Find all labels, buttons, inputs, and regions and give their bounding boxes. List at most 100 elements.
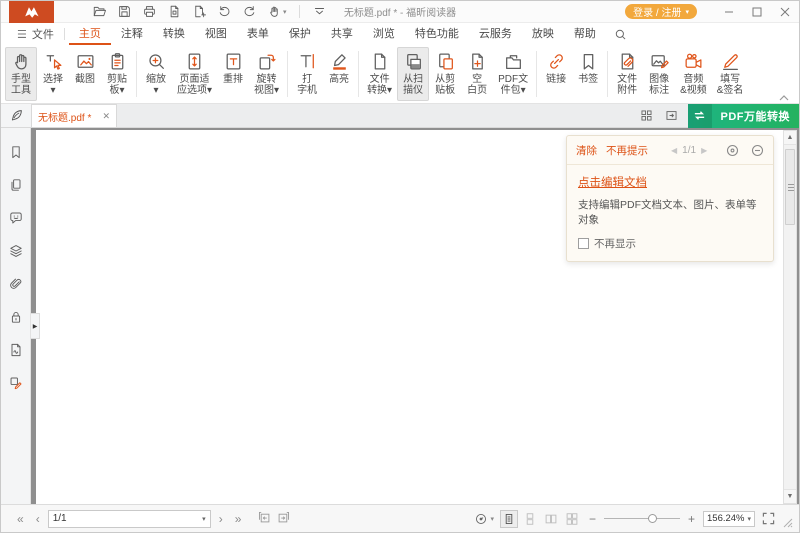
ribbon-from-clipboard-button[interactable]: 从剪贴板 (429, 47, 461, 101)
open-file-button[interactable] (92, 4, 107, 19)
ribbon-page-fit-button[interactable]: 页面适应选项▾ (172, 47, 217, 101)
scroll-down-icon[interactable]: ▼ (784, 489, 796, 503)
pdf-convert-button[interactable]: PDF万能转换 (688, 104, 800, 128)
save-button[interactable] (117, 4, 132, 19)
edit-document-link[interactable]: 点击编辑文档 (578, 174, 647, 190)
ribbon-zoom-button[interactable]: 缩放▾ (140, 47, 172, 101)
attachments-panel-button[interactable] (8, 276, 24, 292)
menu-tab-protect[interactable]: 保护 (279, 23, 321, 45)
minimize-button[interactable] (715, 1, 743, 23)
email-page-button[interactable] (167, 4, 182, 19)
ribbon-snapshot-button[interactable]: 截图 (69, 47, 101, 101)
scrollbar-thumb[interactable] (785, 149, 795, 225)
pages-panel-button[interactable] (8, 177, 24, 193)
sidebar-expand-button[interactable]: ▶ (31, 313, 40, 339)
dont-show-again-option[interactable]: 不再显示 (578, 236, 762, 251)
collapse-ribbon-button[interactable] (777, 89, 791, 99)
main-area: ▶ 清除 不再提示 ◀ 1/1 ▶ (1, 128, 799, 504)
page-export-icon (167, 4, 182, 19)
menu-tab-convert[interactable]: 转换 (153, 23, 195, 45)
ribbon-link-button[interactable]: 链接 (540, 47, 572, 101)
document-tab[interactable]: 无标题.pdf * ✕ (31, 104, 117, 127)
tab-close-button[interactable]: ✕ (102, 111, 110, 122)
first-page-button[interactable]: « (13, 513, 28, 525)
menu-tab-share[interactable]: 共享 (321, 23, 363, 45)
ribbon-file-convert-button[interactable]: 文件转换▾ (362, 47, 397, 101)
pager-next-icon[interactable]: ▶ (701, 146, 707, 155)
ribbon-fill-sign-button[interactable]: 填写&签名 (712, 47, 749, 101)
last-page-button[interactable]: » (231, 513, 246, 525)
ribbon-blank-page-button[interactable]: 空白页 (461, 47, 493, 101)
page-number-combo[interactable]: 1/1 ▾ (48, 510, 211, 528)
tab-grid-button[interactable] (634, 104, 659, 127)
menu-tab-browse[interactable]: 浏览 (363, 23, 405, 45)
print-button[interactable] (142, 4, 157, 19)
menu-tab-help[interactable]: 帮助 (564, 23, 606, 45)
menu-tab-view[interactable]: 视图 (195, 23, 237, 45)
layers-panel-button[interactable] (8, 243, 24, 259)
zoom-slider-thumb[interactable] (648, 514, 657, 523)
zoom-slider[interactable] (604, 512, 680, 526)
search-button[interactable] (606, 23, 635, 45)
menu-tab-home[interactable]: 主页 (69, 23, 111, 45)
menu-tab-cloud[interactable]: 云服务 (469, 23, 522, 45)
file-menu-button[interactable]: ☰ 文件 (11, 23, 60, 45)
ribbon-bookmark-button[interactable]: 书签 (572, 47, 604, 101)
bookmarks-panel-button[interactable] (8, 144, 24, 160)
ribbon-image-annotation-button[interactable]: 图像标注 (643, 47, 675, 101)
ribbon-file-attachment-button[interactable]: 文件附件 (611, 47, 643, 101)
notification-minimize-button[interactable] (751, 144, 764, 157)
quill-pen-button[interactable] (1, 104, 31, 127)
zoom-tool-button[interactable]: ▾ (474, 512, 494, 526)
ribbon-reflow-button[interactable]: 重排 (217, 47, 249, 101)
menu-tab-comment[interactable]: 注释 (111, 23, 153, 45)
continuous-view-button[interactable] (521, 510, 539, 528)
maximize-button[interactable] (743, 1, 771, 23)
pager-prev-icon[interactable]: ◀ (671, 146, 677, 155)
hand-select-button[interactable]: ▾ (267, 4, 287, 19)
ribbon-highlight-button[interactable]: 高亮 (323, 47, 355, 101)
next-page-button[interactable]: › (215, 513, 227, 525)
menu-tab-present[interactable]: 放映 (522, 23, 564, 45)
menu-tab-form[interactable]: 表单 (237, 23, 279, 45)
stamps-panel-button[interactable] (8, 375, 24, 391)
dont-show-checkbox[interactable] (578, 238, 589, 249)
single-page-view-button[interactable] (500, 510, 518, 528)
zoom-out-button[interactable]: − (587, 512, 598, 526)
redo-button[interactable] (242, 4, 257, 19)
fullscreen-button[interactable] (761, 512, 775, 526)
ribbon-fill-sign-label: 填写&签名 (717, 74, 744, 96)
resize-grip[interactable] (783, 518, 793, 528)
save-icon (117, 4, 132, 19)
ribbon-select-button[interactable]: 选择▾ (37, 47, 69, 101)
signatures-panel-button[interactable] (8, 342, 24, 358)
customize-toolbar-button[interactable] (312, 4, 327, 19)
tab-switch-button[interactable] (659, 104, 684, 127)
zoom-in-button[interactable]: + (686, 512, 697, 526)
ribbon-hand-tool-button[interactable]: 手型工具 (5, 47, 37, 101)
close-button[interactable] (771, 1, 799, 23)
previous-page-button[interactable]: ‹ (32, 513, 44, 525)
ribbon-audio-video-button[interactable]: 音频&视频 (675, 47, 712, 101)
comments-panel-button[interactable] (8, 210, 24, 226)
scroll-up-icon[interactable]: ▲ (784, 131, 796, 145)
ribbon-from-scanner-button[interactable]: 从扫描仪 (397, 47, 429, 101)
previous-view-button[interactable] (257, 510, 271, 527)
facing-continuous-view-button[interactable] (563, 510, 581, 528)
security-panel-button[interactable] (8, 309, 24, 325)
facing-view-button[interactable] (542, 510, 560, 528)
ribbon-clipboard-button[interactable]: 剪贴板▾ (101, 47, 133, 101)
ribbon-rotate-view-button[interactable]: 旋转视图▾ (249, 47, 284, 101)
menu-tab-features[interactable]: 特色功能 (405, 23, 469, 45)
clear-button[interactable]: 清除 (576, 143, 597, 158)
zoom-level-combo[interactable]: 156.24% ▾ (703, 511, 755, 527)
ribbon-typewriter-button[interactable]: 打字机 (291, 47, 323, 101)
next-view-button[interactable] (277, 510, 291, 527)
dont-remind-button[interactable]: 不再提示 (606, 143, 648, 158)
vertical-scrollbar[interactable]: ▲ ▼ (783, 130, 797, 504)
login-register-button[interactable]: 登录 / 注册 ▾ (625, 4, 697, 19)
undo-button[interactable] (217, 4, 232, 19)
notification-settings-button[interactable] (726, 144, 739, 157)
create-pdf-button[interactable] (192, 4, 207, 19)
ribbon-pdf-portfolio-button[interactable]: PDF文件包▾ (493, 47, 533, 101)
